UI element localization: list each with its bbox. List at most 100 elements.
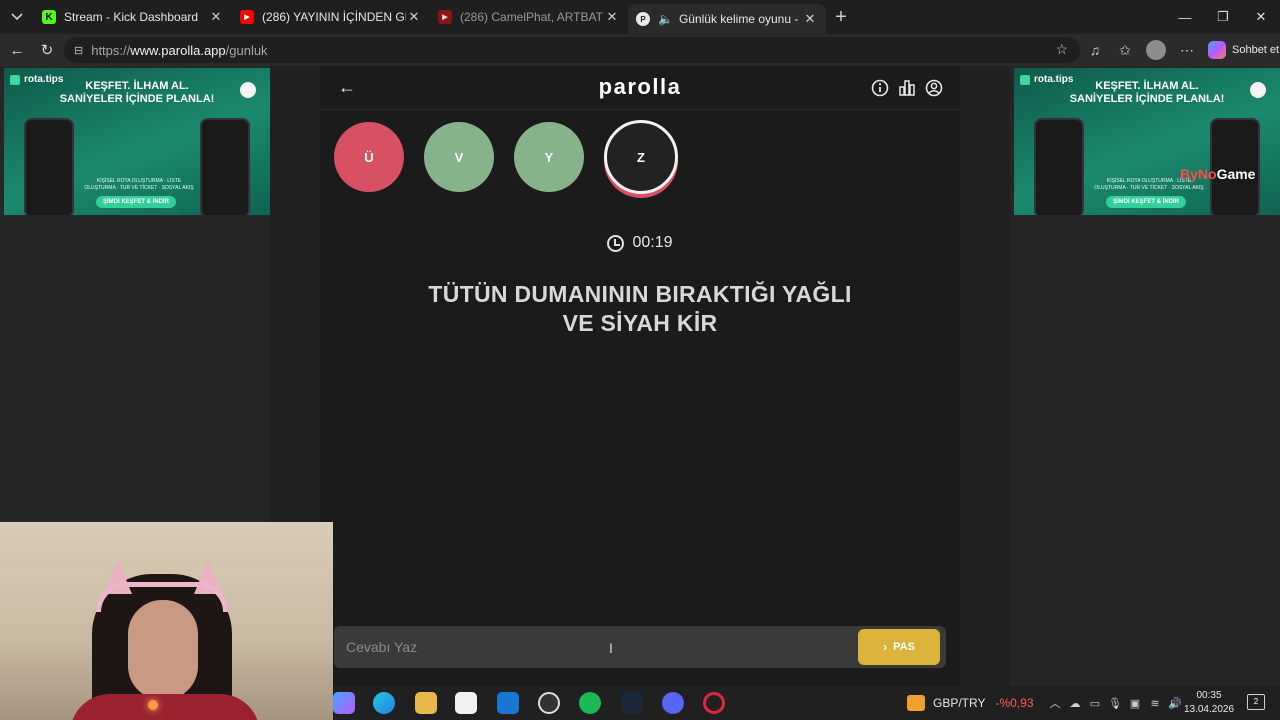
windows-taskbar: GBP/TRY -%0,93 ︿ ☁ ▭ 🎙 ▣ ≋ 🔊 00:35 13.04… [333,686,1280,720]
close-tab-icon[interactable]: ✕ [208,9,224,25]
phone-image [24,118,74,215]
outlook-app-icon[interactable] [497,692,519,714]
question-line: TÜTÜN DUMANININ BIRAKTIĞI YAĞLI [428,281,852,307]
info-icon[interactable] [870,78,890,98]
letter-circle-correct: Y [514,122,584,192]
bynogame-logo: ByNoGame [1180,166,1256,182]
file-explorer-icon[interactable] [415,692,437,714]
url-field[interactable]: ⊟ https://www.parolla.app/gunluk ☆ [64,37,1080,63]
clock-app-icon[interactable] [538,692,560,714]
answer-input[interactable] [334,626,854,668]
close-tab-icon[interactable]: ✕ [604,9,620,25]
copilot-app-icon[interactable] [333,692,355,714]
timer-value: 00:19 [632,234,673,251]
ad-cta-button[interactable]: ŞİMDİ KEŞFET & İNDİR [96,196,176,208]
show-hidden-icons-icon[interactable]: ︿ [1045,695,1065,711]
profile-avatar-icon[interactable] [1146,40,1166,60]
chevron-right-icon: › [883,640,888,654]
tab-title: (286) CamelPhat, ARTBAT - For A [460,10,604,24]
browser-tab-bar: K Stream - Kick Dashboard ✕ ▶ (286) YAYI… [0,0,1280,34]
tab-kick[interactable]: K Stream - Kick Dashboard ✕ [34,0,232,34]
question-line: VE SİYAH KİR [562,310,718,336]
browser-address-bar: ← ↻ ⊟ https://www.parolla.app/gunluk ☆ ♫… [0,34,1280,66]
tab-youtube-2[interactable]: ▶ (286) CamelPhat, ARTBAT - For A ✕ [430,0,628,34]
new-tab-button[interactable]: + [826,6,856,29]
onedrive-icon[interactable]: ☁ [1065,697,1085,710]
system-tray: ︿ ☁ ▭ 🎙 ▣ ≋ 🔊 [1045,686,1185,720]
display-icon[interactable]: ▣ [1125,697,1145,710]
header-icons [863,78,944,98]
site-info-icon[interactable]: ⊟ [74,44,83,57]
clock-date: 13.04.2026 [1183,704,1235,715]
youtube-icon: ▶ [240,10,254,24]
mic-light [148,700,158,710]
user-profile-icon[interactable] [924,78,944,98]
minimize-icon[interactable]: — [1166,0,1204,34]
browser-toolbar-right: ♫ ✩ ⋯ Sohbet et [1080,34,1279,66]
opera-app-icon[interactable] [703,692,725,714]
tab-actions-menu-button[interactable] [0,0,34,34]
close-tab-icon[interactable]: ✕ [802,11,818,27]
spotify-app-icon[interactable] [579,692,601,714]
taskbar-clock[interactable]: 00:35 13.04.2026 [1179,689,1239,717]
game-header: ← parolla [320,66,960,110]
pass-label: PAS [893,641,915,653]
ad-info-icon[interactable] [1250,82,1266,98]
clock-icon [607,234,625,252]
tab-title: Stream - Kick Dashboard [64,10,199,24]
ad-banner-left[interactable]: rota.tips KEŞFET. İLHAM AL. SANİYELER İÇ… [4,68,270,215]
favorite-star-icon[interactable]: ☆ [1055,41,1068,58]
letter-row: Ü V Y Z [334,120,698,194]
phone-image [1034,118,1084,215]
url-host: www.parolla.app [130,42,226,58]
letter-circle-wrong: Ü [334,122,404,192]
more-options-icon[interactable]: ⋯ [1172,42,1202,59]
copilot-button[interactable]: Sohbet et [1208,41,1279,59]
favorites-icon[interactable]: ✩ [1110,42,1140,59]
ad-info-icon[interactable] [240,82,256,98]
tab-title: (286) YAYININ İÇİNDEN GEÇEN SA [262,10,406,24]
question-text: TÜTÜN DUMANININ BIRAKTIĞI YAĞLI VE SİYAH… [380,280,900,338]
ad-banner-right[interactable]: rota.tips KEŞFET. İLHAM AL. SANİYELER İÇ… [1014,68,1280,215]
url-scheme: https:// [91,42,131,58]
discord-app-icon[interactable] [662,692,684,714]
wifi-icon[interactable]: ≋ [1145,697,1165,710]
parolla-icon: P [636,12,650,26]
letter-circle-correct: V [424,122,494,192]
copilot-label: Sohbet et [1232,44,1280,56]
close-window-icon[interactable]: ✕ [1242,0,1280,34]
maximize-icon[interactable]: ❐ [1204,0,1242,34]
back-arrow-icon[interactable]: ← [2,34,32,66]
edge-app-icon[interactable] [373,692,395,714]
store-app-icon[interactable] [455,692,477,714]
speaker-icon[interactable]: 🔈 [658,12,673,26]
phone-image [200,118,250,215]
tab-title: Günlük kelime oyunu - parolla [678,12,802,26]
ad-headline: KEŞFET. İLHAM AL. SANİYELER İÇİNDE PLANL… [1069,80,1225,105]
battery-icon[interactable]: ▭ [1085,697,1105,710]
stats-chart-icon[interactable] [897,78,917,98]
media-control-icon[interactable]: ♫ [1080,42,1110,58]
text-cursor-icon: I [609,640,613,656]
chevron-down-icon [11,13,23,21]
currency-ticker[interactable]: GBP/TRY -%0,93 [907,686,1034,720]
copilot-icon [1208,41,1226,59]
screen: K Stream - Kick Dashboard ✕ ▶ (286) YAYI… [0,0,1280,720]
notification-icon[interactable]: 2 [1247,694,1265,710]
ticker-pair: GBP/TRY [933,696,986,710]
game-panel: ← parolla Ü V Y Z 00:19 TÜTÜN DUMANININ … [320,66,960,686]
steam-app-icon[interactable] [621,692,643,714]
close-tab-icon[interactable]: ✕ [406,9,422,25]
webcam-face [128,600,198,700]
microphone-icon[interactable]: 🎙 [1105,697,1125,710]
letter-circle-current: Z [604,120,678,194]
kick-icon: K [42,10,56,24]
webcam-overlay [0,522,333,720]
pass-button[interactable]: › PAS [858,629,940,665]
refresh-icon[interactable]: ↻ [32,34,62,66]
ad-cta-button[interactable]: ŞİMDİ KEŞFET & İNDİR [1106,196,1186,208]
tab-youtube-1[interactable]: ▶ (286) YAYININ İÇİNDEN GEÇEN SA ✕ [232,0,430,34]
webcam-shirt [70,694,260,720]
tab-parolla[interactable]: P 🔈 Günlük kelime oyunu - parolla ✕ [628,4,826,34]
right-ad-column: rota.tips KEŞFET. İLHAM AL. SANİYELER İÇ… [1010,66,1280,686]
